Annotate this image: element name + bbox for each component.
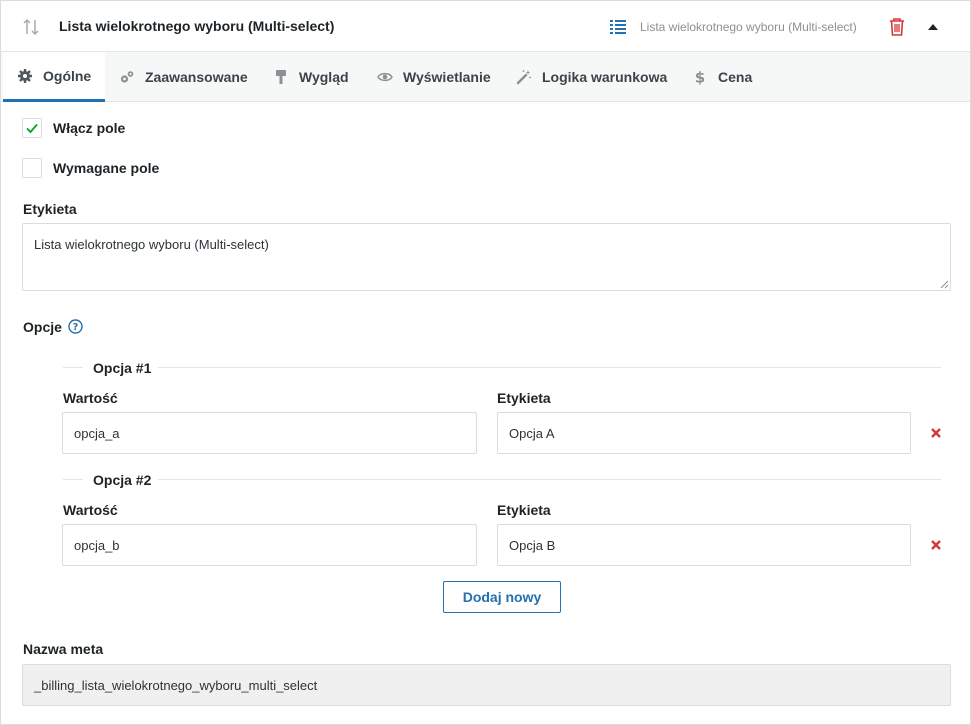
help-icon[interactable]: ? bbox=[68, 319, 83, 334]
meta-name-field: _billing_lista_wielokrotnego_wyboru_mult… bbox=[22, 664, 951, 706]
sort-icon[interactable] bbox=[21, 17, 41, 37]
field-header[interactable]: Lista wielokrotnego wyboru (Multi-select… bbox=[1, 1, 970, 52]
add-new-option-button[interactable]: Dodaj nowy bbox=[443, 581, 561, 613]
options-heading: Opcje bbox=[23, 319, 62, 335]
label-field-heading: Etykieta bbox=[23, 201, 77, 217]
field-title: Lista wielokrotnego wyboru (Multi-select… bbox=[59, 18, 335, 34]
required-field-row[interactable]: Wymagane pole bbox=[22, 157, 159, 179]
dollar-icon: $ bbox=[695, 69, 705, 85]
list-icon bbox=[610, 20, 626, 34]
trash-icon[interactable] bbox=[888, 17, 906, 37]
gear-icon bbox=[18, 68, 32, 83]
label-textarea[interactable]: Lista wielokrotnego wyboru (Multi-select… bbox=[22, 223, 951, 291]
option-1-label-label: Etykieta bbox=[497, 390, 551, 406]
tab-advanced[interactable]: Zaawansowane bbox=[119, 52, 248, 102]
option-2-divider-right bbox=[158, 479, 941, 480]
remove-option-2-icon[interactable] bbox=[930, 539, 942, 551]
gears-icon bbox=[120, 71, 134, 83]
tab-price-label: Cena bbox=[718, 69, 753, 85]
tab-conditional-logic-label: Logika warunkowa bbox=[542, 69, 668, 85]
option-1-value-input[interactable] bbox=[62, 412, 477, 454]
tab-general[interactable]: Ogólne bbox=[3, 52, 105, 102]
tab-display-label: Wyświetlanie bbox=[403, 69, 491, 85]
tab-display[interactable]: Wyświetlanie bbox=[377, 52, 491, 102]
required-field-checkbox[interactable] bbox=[22, 158, 42, 178]
resize-handle-icon[interactable] bbox=[939, 279, 949, 289]
option-2-label-input[interactable] bbox=[497, 524, 911, 566]
option-2-label-label: Etykieta bbox=[497, 502, 551, 518]
option-1-legend: Opcja #1 bbox=[93, 360, 152, 376]
caret-up-icon[interactable] bbox=[925, 19, 941, 35]
tab-bar: Ogólne Zaawansowane Wygląd Wyświetlanie bbox=[1, 52, 970, 102]
svg-text:?: ? bbox=[73, 322, 79, 333]
enable-field-row[interactable]: Włącz pole bbox=[22, 117, 125, 139]
paint-roller-icon bbox=[276, 70, 286, 84]
remove-option-1-icon[interactable] bbox=[930, 427, 942, 439]
option-2-value-label: Wartość bbox=[63, 502, 118, 518]
option-1-value-label: Wartość bbox=[63, 390, 118, 406]
option-1-divider-right bbox=[158, 367, 941, 368]
option-2-value-input[interactable] bbox=[62, 524, 477, 566]
tab-price[interactable]: $ Cena bbox=[692, 52, 752, 102]
tab-advanced-label: Zaawansowane bbox=[145, 69, 248, 85]
tab-conditional-logic[interactable]: Logika warunkowa bbox=[516, 52, 667, 102]
tab-appearance[interactable]: Wygląd bbox=[273, 52, 349, 102]
meta-name-heading: Nazwa meta bbox=[23, 641, 104, 657]
tab-general-label: Ogólne bbox=[43, 67, 92, 84]
magic-wand-icon bbox=[516, 70, 531, 85]
option-2-legend: Opcja #2 bbox=[93, 472, 152, 488]
required-field-label: Wymagane pole bbox=[53, 160, 160, 176]
tab-appearance-label: Wygląd bbox=[299, 69, 349, 85]
eye-icon bbox=[377, 72, 393, 82]
field-editor-panel: Lista wielokrotnego wyboru (Multi-select… bbox=[0, 0, 971, 725]
option-2-divider-left bbox=[63, 479, 83, 480]
field-type-label: Lista wielokrotnego wyboru (Multi-select… bbox=[640, 20, 857, 34]
option-1-label-input[interactable] bbox=[497, 412, 911, 454]
svg-text:$: $ bbox=[695, 69, 705, 85]
enable-field-label: Włącz pole bbox=[53, 120, 126, 136]
enable-field-checkbox[interactable] bbox=[22, 118, 42, 138]
option-1-divider-left bbox=[63, 367, 83, 368]
checkmark-icon bbox=[26, 123, 38, 134]
